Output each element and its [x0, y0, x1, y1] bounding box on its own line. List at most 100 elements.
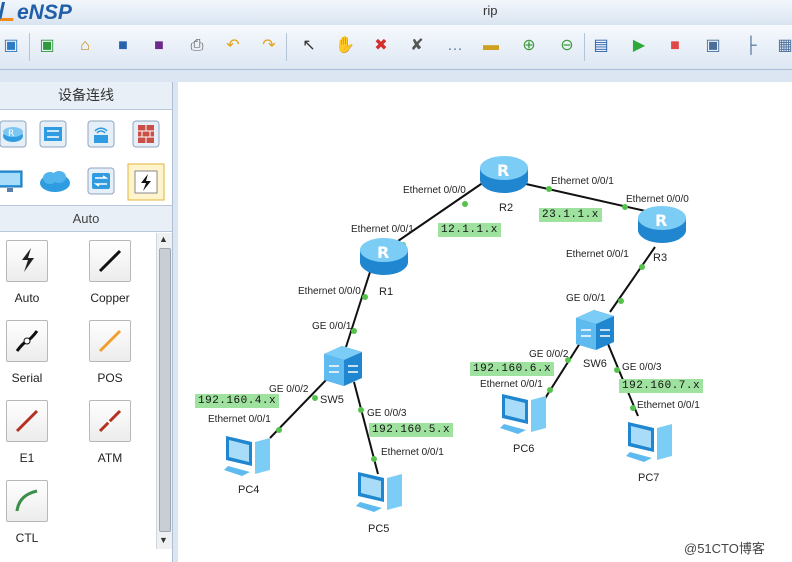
device-firewall-button[interactable] [131, 119, 161, 149]
fit-button[interactable]: ▤ [590, 35, 612, 57]
pc-pc4[interactable] [222, 432, 278, 478]
port-dot [358, 407, 364, 413]
open-button[interactable]: ⌂ [74, 35, 96, 57]
select-button[interactable]: ↖ [298, 35, 320, 57]
ctl-cable-icon [15, 489, 38, 512]
stop-icon: ■ [670, 37, 680, 54]
pc-icon [626, 422, 672, 462]
other-device-icon [87, 167, 115, 195]
redo-button[interactable]: ↷ [258, 35, 280, 57]
cable-list-scrollbar[interactable]: ▲ ▼ [156, 233, 172, 549]
device-label: R1 [379, 286, 394, 298]
router-r1[interactable]: R [358, 234, 410, 280]
watermark: @51CTO博客 [684, 541, 765, 556]
switch-icon [324, 346, 362, 386]
subnet-tag: 192.160.7.x [619, 379, 704, 393]
link-r1-sw5 [345, 271, 371, 348]
port-label: Ethernet 0/0/1 [566, 249, 629, 260]
tree-icon: ├ [745, 37, 757, 54]
router-r3[interactable]: R [636, 202, 688, 248]
topology-button[interactable]: ├ [740, 35, 762, 57]
grid-button[interactable]: ▦ [774, 35, 792, 57]
port-dot [362, 294, 368, 300]
switch-sw5[interactable] [320, 344, 366, 388]
router-icon: R [638, 206, 686, 243]
port-label: Ethernet 0/0/1 [208, 414, 271, 425]
atm-cable-icon [98, 409, 122, 433]
delete-button[interactable]: ✖ [370, 35, 392, 57]
cable-copper-button[interactable] [89, 240, 131, 282]
save-icon: ■ [118, 37, 128, 54]
cable-e1-button[interactable] [6, 400, 48, 442]
new-file-icon: ▣ [3, 37, 19, 54]
port-label: Ethernet 0/0/0 [626, 194, 689, 205]
save-button[interactable]: ■ [112, 35, 134, 57]
pc-pc5[interactable] [354, 468, 410, 514]
cable-atm-button[interactable] [89, 400, 131, 442]
port-label: Ethernet 0/0/0 [298, 286, 361, 297]
device-router-button[interactable]: R [0, 119, 28, 149]
print-button[interactable]: ⎙ [186, 35, 208, 57]
cable-pos-button[interactable] [89, 320, 131, 362]
serial-cable-icon [15, 330, 39, 352]
new-topology-button[interactable]: ▣ [0, 35, 22, 57]
start-button[interactable]: ▶ [628, 35, 650, 57]
comment-icon: … [447, 37, 463, 54]
cable-auto-button[interactable] [6, 240, 48, 282]
undo-icon: ↶ [226, 37, 240, 54]
add-page-icon: ▣ [39, 37, 55, 54]
subnet-tag: 192.160.5.x [369, 423, 454, 437]
router-icon: R [360, 238, 408, 275]
pc-pc6[interactable] [498, 390, 554, 436]
subnet-tag: 192.160.4.x [195, 394, 280, 408]
device-cloud-button[interactable] [38, 166, 70, 196]
port-label: GE 0/0/1 [566, 293, 606, 304]
delete-link-button[interactable]: ✘ [406, 35, 428, 57]
svg-text:R: R [377, 243, 389, 262]
scrollbar-thumb[interactable] [159, 248, 171, 532]
undo-button[interactable]: ↶ [222, 35, 244, 57]
device-wireless-button[interactable] [86, 119, 116, 149]
pc-pc7[interactable] [624, 418, 680, 464]
port-dot [618, 298, 624, 304]
capture-button[interactable]: ▣ [702, 35, 724, 57]
device-switch-button[interactable] [38, 119, 68, 149]
router-r2[interactable]: R [478, 152, 530, 198]
shape-button[interactable]: ▬ [480, 35, 502, 57]
device-connection-button[interactable] [127, 163, 165, 201]
port-dot [630, 405, 636, 411]
print-icon: ⎙ [190, 37, 204, 54]
device-label: SW6 [583, 358, 607, 370]
device-label: PC7 [638, 472, 660, 484]
app-logo-text: eNSP [17, 1, 72, 24]
port-label: Ethernet 0/0/1 [637, 400, 700, 411]
scroll-up-arrow-icon[interactable]: ▲ [159, 234, 168, 244]
switch-sw6[interactable] [572, 308, 618, 352]
device-terminal-button[interactable] [0, 166, 26, 196]
pan-button[interactable]: ✋ [334, 35, 356, 57]
cable-serial-button[interactable] [6, 320, 48, 362]
scroll-down-arrow-icon[interactable]: ▼ [159, 535, 168, 545]
port-dot [614, 367, 620, 373]
cloud-icon [40, 171, 70, 192]
topology-canvas[interactable]: R R2 R R1 R R3 SW5 SW6 PC4 PC5 PC6 PC7 E… [178, 82, 792, 562]
device-panel: 设备连线 R Auto Auto Copper Serial POS E1 AT… [0, 82, 173, 562]
text-button[interactable]: … [444, 35, 466, 57]
svg-text:R: R [8, 129, 14, 139]
device-other-button[interactable] [86, 166, 116, 196]
rectangle-icon: ▬ [483, 37, 499, 54]
stop-button[interactable]: ■ [664, 35, 686, 57]
save-as-icon: ■ [154, 37, 164, 54]
zoom-in-button[interactable]: ⊕ [518, 35, 540, 57]
port-dot [639, 264, 645, 270]
cable-label: E1 [19, 451, 35, 465]
save-as-button[interactable]: ■ [148, 35, 170, 57]
toolbar-separator [29, 33, 30, 61]
cable-label: POS [97, 371, 123, 385]
new-page-button[interactable]: ▣ [36, 35, 58, 57]
toolbar-separator [286, 33, 287, 61]
port-label: Ethernet 0/0/1 [480, 379, 543, 390]
cable-ctl-button[interactable] [6, 480, 48, 522]
grid-icon: ▦ [777, 37, 792, 54]
zoom-out-button[interactable]: ⊖ [556, 35, 578, 57]
